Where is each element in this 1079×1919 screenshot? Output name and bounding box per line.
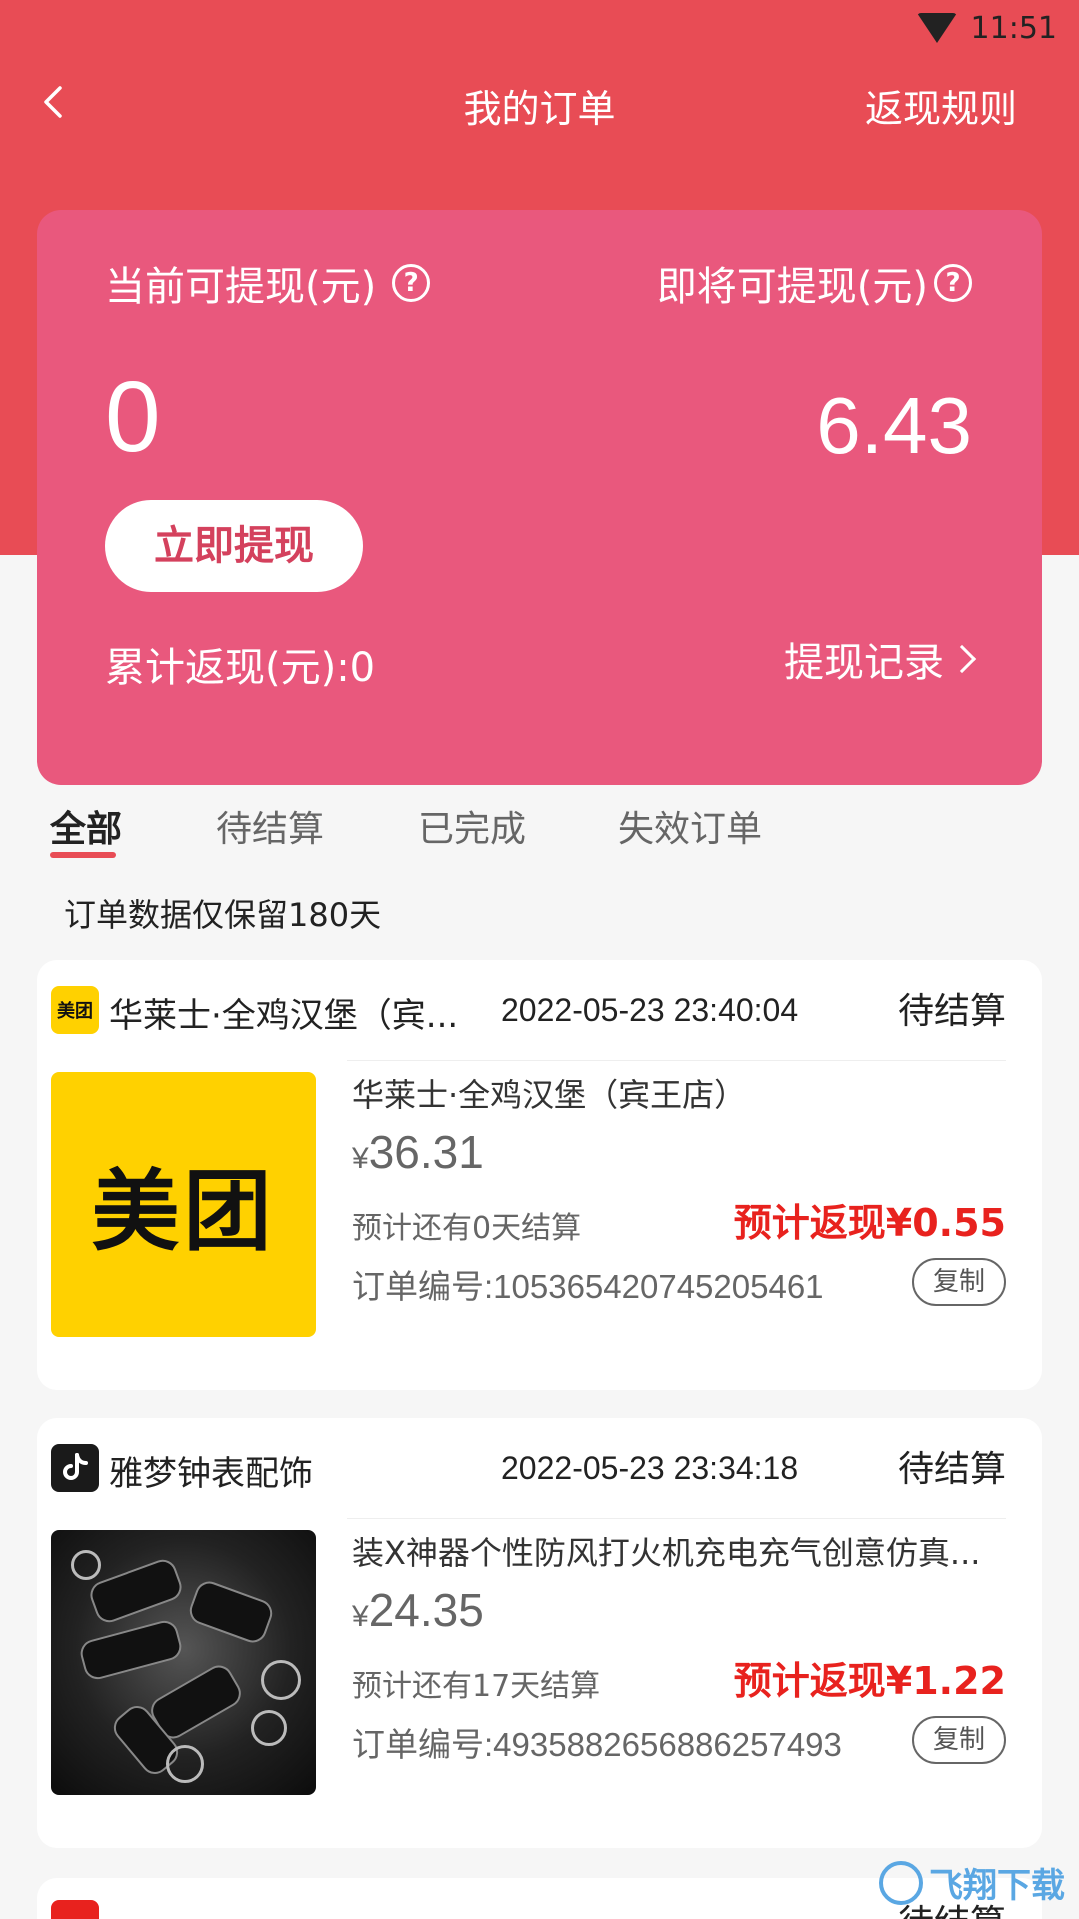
- price-value: 36.31: [368, 1126, 484, 1178]
- question-icon[interactable]: ?: [392, 264, 431, 302]
- key-shape: [185, 1577, 277, 1647]
- settle-eta: 预计还有0天结算: [352, 1211, 582, 1246]
- tiktok-note-glyph: [63, 1453, 88, 1480]
- meituan-icon: 美团: [51, 986, 99, 1034]
- nav-bar: 我的订单 返现规则: [0, 62, 1079, 142]
- status-bar: 11:51: [916, 8, 1057, 48]
- order-header: 美团 华莱士·全鸡汉堡（宾... 2022-05-23 23:40:04 待结算: [51, 982, 1006, 1042]
- car-keys-image: [51, 1530, 316, 1795]
- wifi-icon: [916, 13, 957, 43]
- upcoming-amount: 6.43: [816, 381, 972, 470]
- available-amount: 0: [105, 361, 161, 473]
- order-number: 订单编号:4935882656886257493: [352, 1726, 842, 1763]
- available-label-group: 当前可提现(元) ?: [105, 254, 431, 312]
- watermark-text: 飞翔下载: [929, 1866, 1065, 1906]
- order-status: 待结算: [897, 1449, 1006, 1490]
- retention-notice: 订单数据仅保留180天: [64, 896, 382, 934]
- tab-all[interactable]: 全部: [50, 800, 122, 852]
- divider: [347, 1060, 1006, 1061]
- order-number: 订单编号:1053654207452054​61: [352, 1268, 824, 1305]
- divider: [347, 1518, 1006, 1519]
- cashback-rules-link[interactable]: 返现规则: [865, 78, 1017, 133]
- tab-pending[interactable]: 待结算: [216, 800, 324, 852]
- shop-icon: [51, 1900, 99, 1919]
- price-value: 24.35: [368, 1584, 484, 1636]
- copy-button[interactable]: 复制: [912, 1258, 1006, 1306]
- currency-symbol: ¥: [352, 1600, 369, 1633]
- currency-symbol: ¥: [352, 1142, 369, 1175]
- product-thumbnail: 美团: [51, 1072, 316, 1337]
- key-ring: [251, 1710, 287, 1746]
- order-status: 待结算: [897, 991, 1006, 1032]
- upcoming-label-group: 即将可提现(元) ?: [657, 254, 972, 312]
- shop-name: 华莱士·全鸡汉堡（宾...: [109, 996, 459, 1036]
- copy-button[interactable]: 复制: [912, 1716, 1006, 1764]
- withdraw-button[interactable]: 立即提现: [105, 500, 363, 592]
- product-price: ¥24.35: [352, 1583, 484, 1637]
- upcoming-label: 即将可提现(元): [656, 264, 928, 310]
- meituan-logo: 美团: [51, 1072, 316, 1337]
- product-title: 装X神器个性防风打火机充电充气创意仿真...: [352, 1534, 981, 1572]
- settle-eta: 预计还有17天结算: [352, 1669, 601, 1704]
- watermark: 飞翔下载: [879, 1858, 1065, 1907]
- status-time: 11:51: [970, 10, 1057, 46]
- order-card[interactable]: 雅梦钟表配饰 2022-05-23 23:34:18 待结算 装X神器个性防风打…: [37, 1418, 1042, 1848]
- order-time: 2022-05-23 23:34:18: [501, 1450, 799, 1486]
- withdraw-record-label: 提现记录: [784, 640, 944, 686]
- key-ring: [71, 1550, 101, 1580]
- key-shape: [86, 1555, 186, 1627]
- withdraw-record-link[interactable]: 提现记录: [784, 630, 977, 688]
- key-ring: [166, 1745, 204, 1783]
- order-time: 2022-05-23 23:40:04: [501, 992, 799, 1028]
- product-price: ¥36.31: [352, 1125, 484, 1179]
- order-card[interactable]: 美团 华莱士·全鸡汉堡（宾... 2022-05-23 23:40:04 待结算…: [37, 960, 1042, 1390]
- estimated-cashback: 预计返现¥1.22: [733, 1659, 1006, 1703]
- chevron-right-icon: [947, 644, 977, 674]
- watermark-logo-icon: [879, 1860, 923, 1905]
- total-cashback: 累计返现(元):0: [105, 645, 376, 691]
- active-tab-indicator: [50, 852, 116, 858]
- product-title: 华莱士·全鸡汉堡（宾王店）: [352, 1076, 747, 1114]
- available-label: 当前可提现(元): [105, 264, 377, 310]
- tab-completed[interactable]: 已完成: [418, 800, 526, 852]
- tiktok-icon: [51, 1444, 99, 1492]
- order-tabs: 全部 待结算 已完成 失效订单: [0, 800, 1079, 870]
- key-shape: [77, 1617, 185, 1683]
- key-ring: [261, 1660, 301, 1700]
- shop-name: 雅梦钟表配饰: [109, 1454, 313, 1494]
- balance-card: 当前可提现(元) ? 即将可提现(元) ? 0 6.43 立即提现 累计返现(元…: [37, 210, 1042, 785]
- order-header: 雅梦钟表配饰 2022-05-23 23:34:18 待结算: [51, 1440, 1006, 1500]
- estimated-cashback: 预计返现¥0.55: [733, 1201, 1006, 1245]
- question-icon[interactable]: ?: [934, 264, 972, 302]
- tab-invalid[interactable]: 失效订单: [618, 800, 762, 852]
- product-thumbnail: [51, 1530, 316, 1795]
